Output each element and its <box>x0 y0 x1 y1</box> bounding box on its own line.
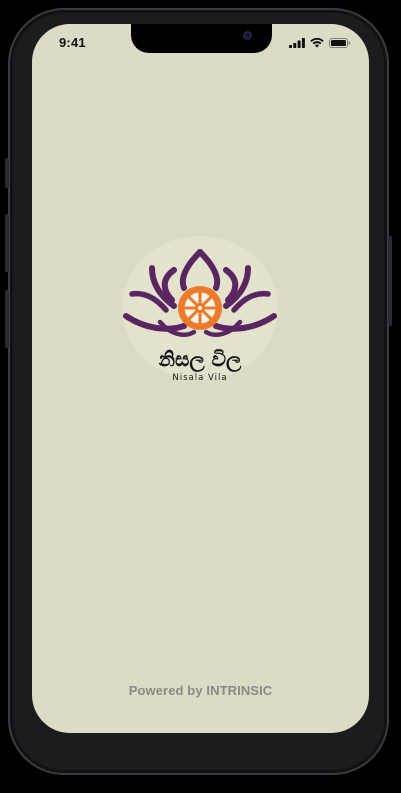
power-button <box>388 236 392 326</box>
lotus-logo-graphic: නිසල විල Nisala Vila <box>122 236 278 383</box>
logo-sinhala-text: නිසල විල <box>158 347 242 373</box>
dharma-wheel <box>178 286 222 330</box>
powered-by-text: Powered by INTRINSIC <box>128 683 273 698</box>
status-icons <box>289 38 351 48</box>
volume-up-button <box>5 214 9 272</box>
front-camera <box>243 31 252 40</box>
battery-icon <box>329 38 351 48</box>
volume-down-button <box>5 290 9 348</box>
app-screen: 9:41 නිසල විල Nisala Vila Powered by INT… <box>32 24 369 733</box>
notch <box>131 24 272 53</box>
nisala-vila-logo: නිසල විල Nisala Vila <box>114 232 286 384</box>
signal-icon <box>289 38 305 48</box>
home-indicator[interactable] <box>162 722 240 726</box>
status-time: 9:41 <box>59 35 86 50</box>
wifi-icon <box>310 38 324 48</box>
logo-name-text: Nisala Vila <box>172 373 227 383</box>
silent-switch <box>5 158 9 188</box>
